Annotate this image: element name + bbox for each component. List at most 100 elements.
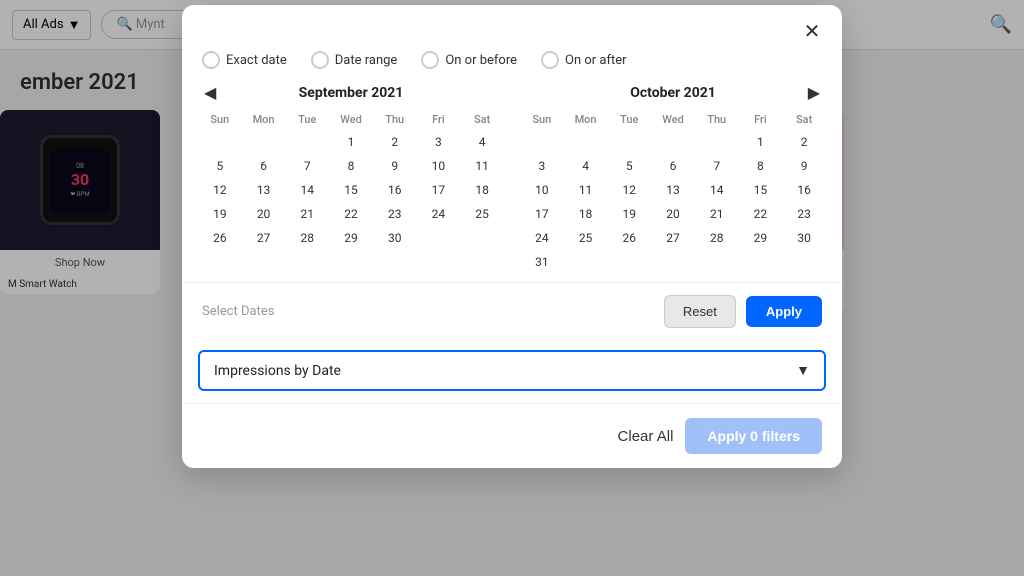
oct-day-4[interactable]: 4 — [564, 154, 608, 178]
sep-day-1[interactable]: 1 — [329, 130, 373, 154]
oct-day-19[interactable]: 19 — [607, 202, 651, 226]
sep-day-21[interactable]: 21 — [285, 202, 329, 226]
sep-day-29[interactable]: 29 — [329, 226, 373, 250]
radio-on-or-after[interactable]: On or after — [541, 51, 627, 69]
radio-circle-range — [311, 51, 329, 69]
sep-day-3[interactable]: 3 — [417, 130, 461, 154]
dropdown-arrow-icon: ▼ — [796, 362, 810, 379]
sep-day-10[interactable]: 10 — [417, 154, 461, 178]
impressions-dropdown[interactable]: Impressions by Date ▼ — [198, 350, 826, 391]
oct-day-14[interactable]: 14 — [695, 178, 739, 202]
date-filter-modal: ✕ Exact date Date range On or before On … — [182, 5, 842, 468]
october-grid: Sun Mon Tue Wed Thu Fri Sat 1 — [520, 111, 826, 274]
sep-day-13[interactable]: 13 — [242, 178, 286, 202]
oct-day-12[interactable]: 12 — [607, 178, 651, 202]
modal-overlay: ✕ Exact date Date range On or before On … — [0, 0, 1024, 576]
oct-day-31[interactable]: 31 — [520, 250, 564, 274]
sep-day-26[interactable]: 26 — [198, 226, 242, 250]
sep-day-17[interactable]: 17 — [417, 178, 461, 202]
oct-day-8[interactable]: 8 — [739, 154, 783, 178]
oct-day-23[interactable]: 23 — [782, 202, 826, 226]
oct-day-29[interactable]: 29 — [739, 226, 783, 250]
sep-day-4[interactable]: 4 — [460, 130, 504, 154]
action-bar: Clear All Apply 0 filters — [182, 404, 842, 468]
oct-week-3: 10 11 12 13 14 15 16 — [520, 178, 826, 202]
on-or-before-label: On or before — [445, 53, 517, 68]
oct-day-11[interactable]: 11 — [564, 178, 608, 202]
next-month-button[interactable]: ▶ — [802, 81, 826, 105]
reset-button[interactable]: Reset — [664, 295, 736, 328]
sep-day-14[interactable]: 14 — [285, 178, 329, 202]
sep-day-20[interactable]: 20 — [242, 202, 286, 226]
radio-circle-before — [421, 51, 439, 69]
oct-day-22[interactable]: 22 — [739, 202, 783, 226]
sep-day-9[interactable]: 9 — [373, 154, 417, 178]
date-range-label: Date range — [335, 53, 398, 68]
oct-day-13[interactable]: 13 — [651, 178, 695, 202]
apply-button[interactable]: Apply — [746, 296, 822, 327]
oct-day-15[interactable]: 15 — [739, 178, 783, 202]
oct-day-30[interactable]: 30 — [782, 226, 826, 250]
sep-day-30[interactable]: 30 — [373, 226, 417, 250]
oct-day-3[interactable]: 3 — [520, 154, 564, 178]
sep-day-15[interactable]: 15 — [329, 178, 373, 202]
sep-day-28[interactable]: 28 — [285, 226, 329, 250]
sep-day-11[interactable]: 11 — [460, 154, 504, 178]
september-day-headers: Sun Mon Tue Wed Thu Fri Sat — [198, 111, 504, 130]
modal-close-row: ✕ — [182, 5, 842, 45]
on-or-after-label: On or after — [565, 53, 627, 68]
calendar-october-header: October 2021 ▶ — [520, 81, 826, 111]
oct-week-1: 1 2 — [520, 130, 826, 154]
radio-on-or-before[interactable]: On or before — [421, 51, 517, 69]
sep-day-23[interactable]: 23 — [373, 202, 417, 226]
sep-day-18[interactable]: 18 — [460, 178, 504, 202]
oct-day-9[interactable]: 9 — [782, 154, 826, 178]
calendar-september: ◀ September 2021 Sun Mon Tue Wed Thu Fri — [198, 81, 504, 274]
sep-day-25[interactable]: 25 — [460, 202, 504, 226]
radio-date-range[interactable]: Date range — [311, 51, 398, 69]
apply-filters-button[interactable]: Apply 0 filters — [685, 418, 822, 454]
oct-day-21[interactable]: 21 — [695, 202, 739, 226]
oct-day-1[interactable]: 1 — [739, 130, 783, 154]
sep-day-8[interactable]: 8 — [329, 154, 373, 178]
sep-week-2: 5 6 7 8 9 10 11 — [198, 154, 504, 178]
sep-day-27[interactable]: 27 — [242, 226, 286, 250]
exact-date-label: Exact date — [226, 53, 287, 68]
clear-all-button[interactable]: Clear All — [618, 428, 674, 445]
oct-day-26[interactable]: 26 — [607, 226, 651, 250]
oct-day-25[interactable]: 25 — [564, 226, 608, 250]
close-button[interactable]: ✕ — [798, 17, 826, 45]
oct-day-17[interactable]: 17 — [520, 202, 564, 226]
sep-day-6[interactable]: 6 — [242, 154, 286, 178]
select-dates-label: Select Dates — [202, 304, 274, 319]
oct-day-16[interactable]: 16 — [782, 178, 826, 202]
oct-week-6: 31 — [520, 250, 826, 274]
oct-day-28[interactable]: 28 — [695, 226, 739, 250]
sep-day-19[interactable]: 19 — [198, 202, 242, 226]
oct-day-24[interactable]: 24 — [520, 226, 564, 250]
sep-day-7[interactable]: 7 — [285, 154, 329, 178]
oct-day-5[interactable]: 5 — [607, 154, 651, 178]
radio-circle-after — [541, 51, 559, 69]
sep-day-16[interactable]: 16 — [373, 178, 417, 202]
oct-day-20[interactable]: 20 — [651, 202, 695, 226]
calendar-october: October 2021 ▶ Sun Mon Tue Wed Thu Fri S… — [520, 81, 826, 274]
sep-day-5[interactable]: 5 — [198, 154, 242, 178]
october-day-headers: Sun Mon Tue Wed Thu Fri Sat — [520, 111, 826, 130]
oct-week-5: 24 25 26 27 28 29 30 — [520, 226, 826, 250]
sep-day-22[interactable]: 22 — [329, 202, 373, 226]
sep-day-24[interactable]: 24 — [417, 202, 461, 226]
calendars-container: ◀ September 2021 Sun Mon Tue Wed Thu Fri — [182, 81, 842, 283]
oct-day-10[interactable]: 10 — [520, 178, 564, 202]
oct-day-7[interactable]: 7 — [695, 154, 739, 178]
sep-day-2[interactable]: 2 — [373, 130, 417, 154]
oct-day-6[interactable]: 6 — [651, 154, 695, 178]
prev-month-button[interactable]: ◀ — [198, 81, 222, 105]
sep-day-12[interactable]: 12 — [198, 178, 242, 202]
oct-day-18[interactable]: 18 — [564, 202, 608, 226]
oct-day-27[interactable]: 27 — [651, 226, 695, 250]
radio-circle-exact — [202, 51, 220, 69]
oct-day-2[interactable]: 2 — [782, 130, 826, 154]
radio-exact-date[interactable]: Exact date — [202, 51, 287, 69]
impressions-row: Impressions by Date ▼ — [182, 340, 842, 404]
